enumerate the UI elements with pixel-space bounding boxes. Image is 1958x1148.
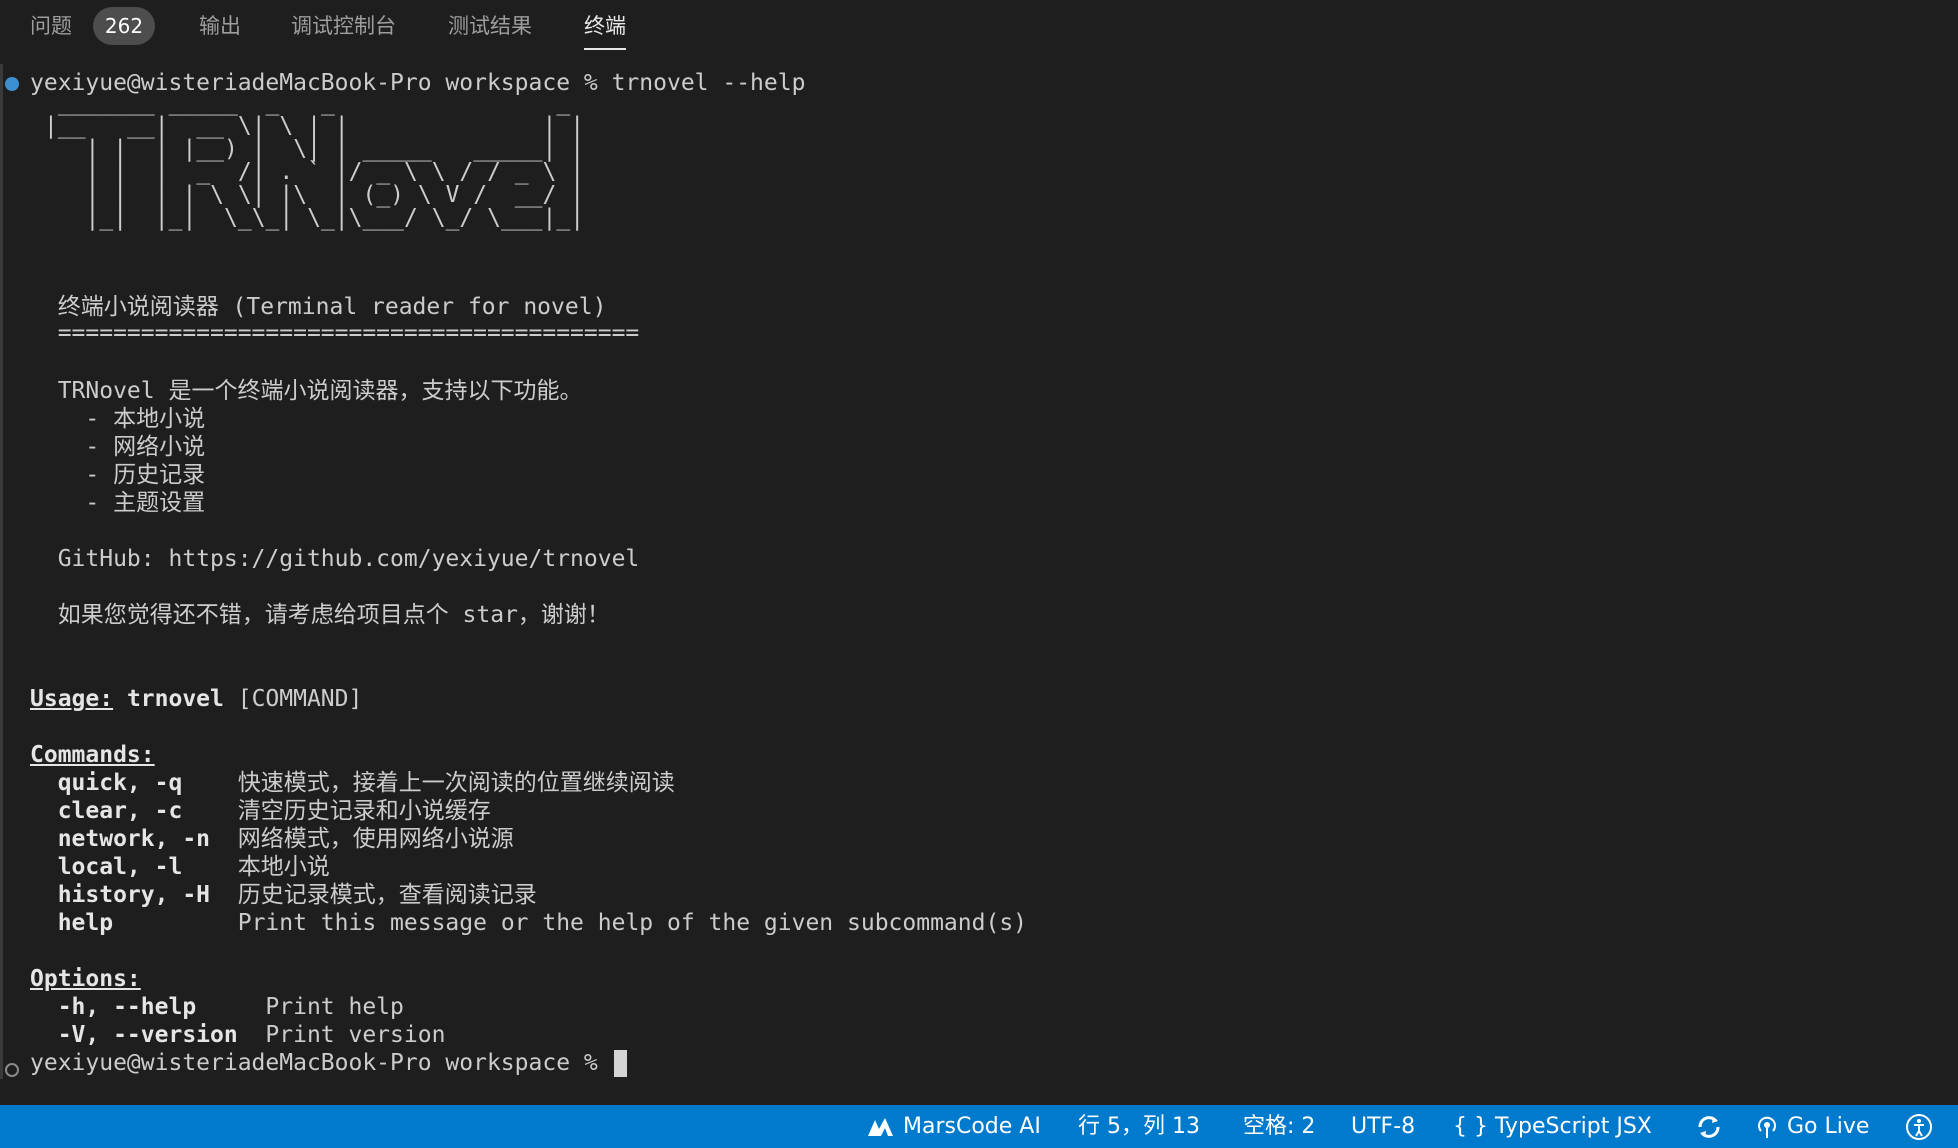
- command-name: network, -n: [30, 826, 238, 852]
- command-desc: 快速模式，接着上一次阅读的位置继续阅读: [237, 770, 675, 796]
- option-name: -h, --help: [30, 994, 266, 1020]
- feature-item: - 历史记录: [30, 462, 206, 488]
- shell-prompt: yexiyue@wisteriadeMacBook-Pro workspace …: [30, 1050, 612, 1076]
- command-text: trnovel --help: [597, 70, 806, 96]
- tab-debug-console[interactable]: 调试控制台: [291, 12, 396, 44]
- command-row: help Print this message or the help of t…: [30, 909, 1027, 937]
- command-pending-decoration-icon[interactable]: [5, 1063, 19, 1077]
- accessibility-icon[interactable]: [1904, 1105, 1934, 1148]
- terminal-area[interactable]: yexiyue@wisteriadeMacBook-Pro workspace …: [0, 52, 1958, 1105]
- option-desc: Print help: [265, 994, 404, 1020]
- marscode-label: MarsCode AI: [903, 1114, 1041, 1139]
- usage-label: Usage:: [30, 686, 114, 712]
- github-line: GitHub: https://github.com/yexiyue/trnov…: [30, 546, 640, 572]
- command-name: clear, -c: [30, 798, 238, 824]
- separator-line: ========================================…: [30, 320, 640, 346]
- encoding-status[interactable]: UTF-8: [1351, 1105, 1415, 1148]
- broadcast-icon: [1754, 1114, 1780, 1139]
- prompt-line[interactable]: yexiyue@wisteriadeMacBook-Pro workspace …: [30, 1049, 627, 1077]
- command-desc: 历史记录模式，查看阅读记录: [237, 882, 537, 908]
- command-desc: 网络模式，使用网络小说源: [237, 826, 514, 852]
- panel-tab-bar: 问题 262 输出 调试控制台 测试结果 终端: [0, 0, 1958, 52]
- status-bar: MarsCode AI 行 5，列 13 空格: 2 UTF-8 { } Typ…: [0, 1105, 1958, 1148]
- command-name: quick, -q: [30, 770, 238, 796]
- marscode-ai-status[interactable]: MarsCode AI: [866, 1105, 1041, 1148]
- command-decoration-rail: [0, 64, 3, 1079]
- terminal-cursor: [613, 1050, 627, 1077]
- tab-output[interactable]: 输出: [199, 12, 241, 44]
- options-label: Options:: [30, 966, 141, 992]
- commands-label: Commands:: [30, 742, 155, 768]
- tab-test-results[interactable]: 测试结果: [448, 12, 532, 44]
- subtitle-line: 终端小说阅读器 (Terminal reader for novel): [30, 294, 607, 320]
- usage-line: Usage: trnovel [COMMAND]: [30, 685, 362, 713]
- feature-item: - 本地小说: [30, 406, 206, 432]
- command-success-decoration-icon[interactable]: [5, 77, 19, 91]
- marscode-logo-icon: [866, 1114, 896, 1139]
- intro-line: TRNovel 是一个终端小说阅读器，支持以下功能。: [30, 378, 583, 404]
- command-row: clear, -c 清空历史记录和小说缓存: [30, 797, 491, 825]
- indentation-status[interactable]: 空格: 2: [1243, 1105, 1315, 1148]
- usage-command: trnovel: [113, 686, 224, 712]
- command-desc: 本地小说: [237, 854, 330, 880]
- command-row: quick, -q 快速模式，接着上一次阅读的位置继续阅读: [30, 769, 675, 797]
- go-live-label: Go Live: [1787, 1114, 1870, 1139]
- command-name: local, -l: [30, 854, 238, 880]
- braces-icon: { }: [1453, 1114, 1488, 1139]
- option-desc: Print version: [265, 1022, 446, 1048]
- commands-heading: Commands:: [30, 741, 155, 769]
- feature-item: - 网络小说: [30, 434, 206, 460]
- sync-icon[interactable]: [1694, 1105, 1724, 1148]
- language-label: TypeScript JSX: [1495, 1114, 1652, 1139]
- language-mode-status[interactable]: { } TypeScript JSX: [1453, 1105, 1652, 1148]
- command-desc: 清空历史记录和小说缓存: [237, 798, 491, 824]
- command-row: history, -H 历史记录模式，查看阅读记录: [30, 881, 537, 909]
- command-desc: Print this message or the help of the gi…: [237, 910, 1028, 936]
- star-line: 如果您觉得还不错，请考虑给项目点个 star，谢谢！: [30, 602, 610, 628]
- options-heading: Options:: [30, 965, 141, 993]
- command-row: local, -l 本地小说: [30, 853, 330, 881]
- feature-item: - 主题设置: [30, 490, 206, 516]
- tab-problems-label: 问题: [30, 14, 72, 38]
- problems-count-badge: 262: [93, 7, 155, 45]
- tab-problems[interactable]: 问题: [30, 12, 72, 44]
- usage-args: [COMMAND]: [223, 686, 363, 712]
- option-name: -V, --version: [30, 1022, 266, 1048]
- option-row: -h, --help Print help: [30, 993, 404, 1021]
- tab-terminal[interactable]: 终端: [584, 12, 626, 50]
- option-row: -V, --version Print version: [30, 1021, 446, 1049]
- go-live-status[interactable]: Go Live: [1754, 1105, 1869, 1148]
- ascii-art-logo: _______ _____ _ _ _ |__ __| __ \| \ | | …: [44, 90, 585, 231]
- cursor-position-status[interactable]: 行 5，列 13: [1078, 1105, 1200, 1148]
- command-name: history, -H: [30, 882, 238, 908]
- command-name: help: [30, 910, 238, 936]
- command-row: network, -n 网络模式，使用网络小说源: [30, 825, 514, 853]
